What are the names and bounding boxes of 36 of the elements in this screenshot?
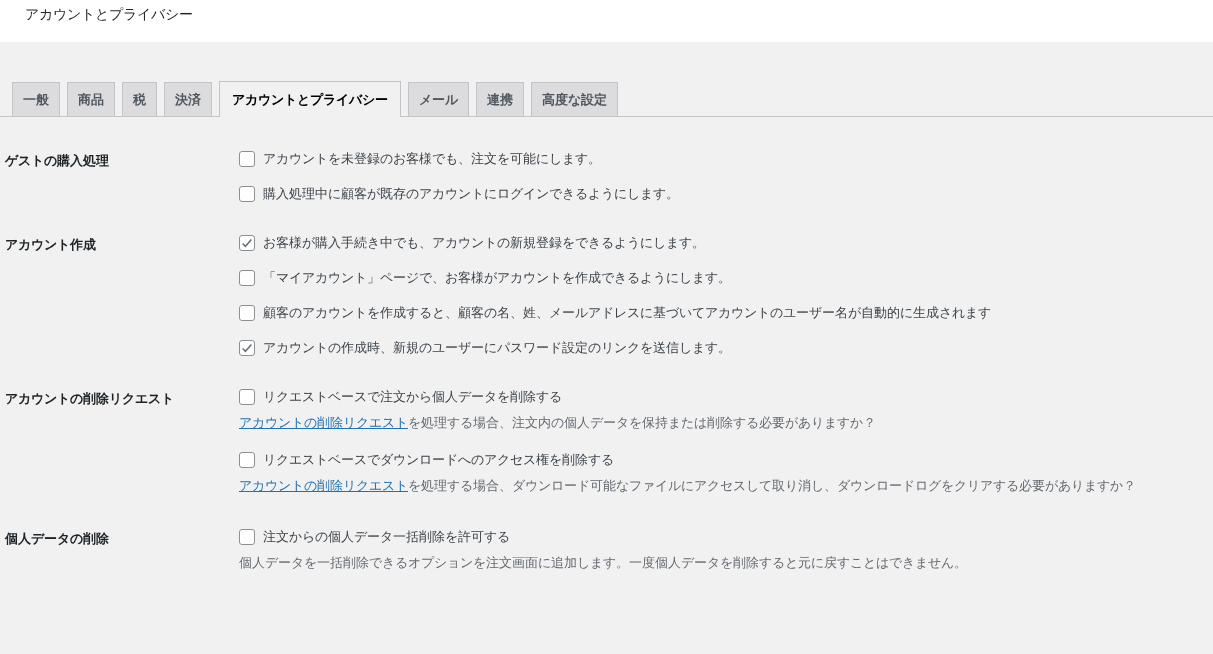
settings-tab[interactable]: 一般 bbox=[12, 82, 60, 116]
settings-tab[interactable]: 税 bbox=[122, 82, 157, 116]
deletion-request-link[interactable]: アカウントの削除リクエスト bbox=[239, 415, 408, 430]
checkbox[interactable] bbox=[239, 451, 255, 468]
checkbox[interactable] bbox=[239, 528, 255, 545]
checkbox[interactable] bbox=[239, 339, 255, 356]
description-text: 個人データを一括削除できるオプションを注文画面に追加します。一度個人データを削除すると元に戻すことはできません。 bbox=[239, 554, 967, 572]
settings-tab[interactable]: アカウントとプライバシー bbox=[219, 81, 401, 117]
checkbox-label[interactable]: リクエストベースでダウンロードへのアクセス権を削除する bbox=[263, 450, 614, 469]
settings-tab[interactable]: 商品 bbox=[67, 82, 115, 116]
checkbox[interactable] bbox=[239, 388, 255, 405]
description-text: アカウントの削除リクエスト を処理する場合、ダウンロード可能なファイルにアクセスして取り消し、ダウンロードログをクリアする必要がありますか？ bbox=[239, 477, 1136, 495]
settings-tab[interactable]: 決済 bbox=[164, 82, 212, 116]
checkbox[interactable] bbox=[239, 150, 255, 167]
settings-tab[interactable]: 高度な設定 bbox=[531, 82, 618, 116]
checkbox-label[interactable]: 顧客のアカウントを作成すると、顧客の名、姓、メールアドレスに基づいてアカウントのユーザー名が自動的に生成されます bbox=[263, 303, 991, 322]
checkbox[interactable] bbox=[239, 304, 255, 321]
settings-tab[interactable]: 連携 bbox=[476, 82, 524, 116]
checkbox-label[interactable]: 「マイアカウント」ページで、お客様がアカウントを作成できるようにします。 bbox=[263, 268, 731, 287]
description-text: アカウントの削除リクエスト を処理する場合、注文内の個人データを保持または削除する必要がありますか？ bbox=[239, 414, 877, 432]
checkbox[interactable] bbox=[239, 185, 255, 202]
checkbox-label[interactable]: リクエストベースで注文から個人データを削除する bbox=[263, 387, 562, 406]
section-label: ゲストの購入処理 bbox=[4, 152, 110, 170]
checkbox-label[interactable]: お客様が購入手続き中でも、アカウントの新規登録をできるようにします。 bbox=[263, 233, 705, 252]
checkbox-label[interactable]: アカウントを未登録のお客様でも、注文を可能にします。 bbox=[263, 149, 601, 168]
checkbox-label[interactable]: アカウントの作成時、新規のユーザーにパスワード設定のリンクを送信します。 bbox=[263, 338, 731, 357]
checkbox-label[interactable]: 購入処理中に顧客が既存のアカウントにログインできるようにします。 bbox=[263, 184, 679, 203]
deletion-request-link[interactable]: アカウントの削除リクエスト bbox=[239, 478, 408, 493]
checkbox[interactable] bbox=[239, 234, 255, 251]
checkbox-label[interactable]: 注文からの個人データ一括削除を許可する bbox=[263, 527, 510, 546]
section-label: 個人データの削除 bbox=[3, 530, 110, 548]
section-label: アカウントの削除リクエスト bbox=[4, 390, 175, 408]
page-title: アカウントとプライバシー bbox=[25, 6, 193, 22]
checkbox[interactable] bbox=[239, 269, 255, 286]
settings-tab[interactable]: メール bbox=[408, 82, 469, 116]
section-label: アカウント作成 bbox=[4, 236, 97, 254]
